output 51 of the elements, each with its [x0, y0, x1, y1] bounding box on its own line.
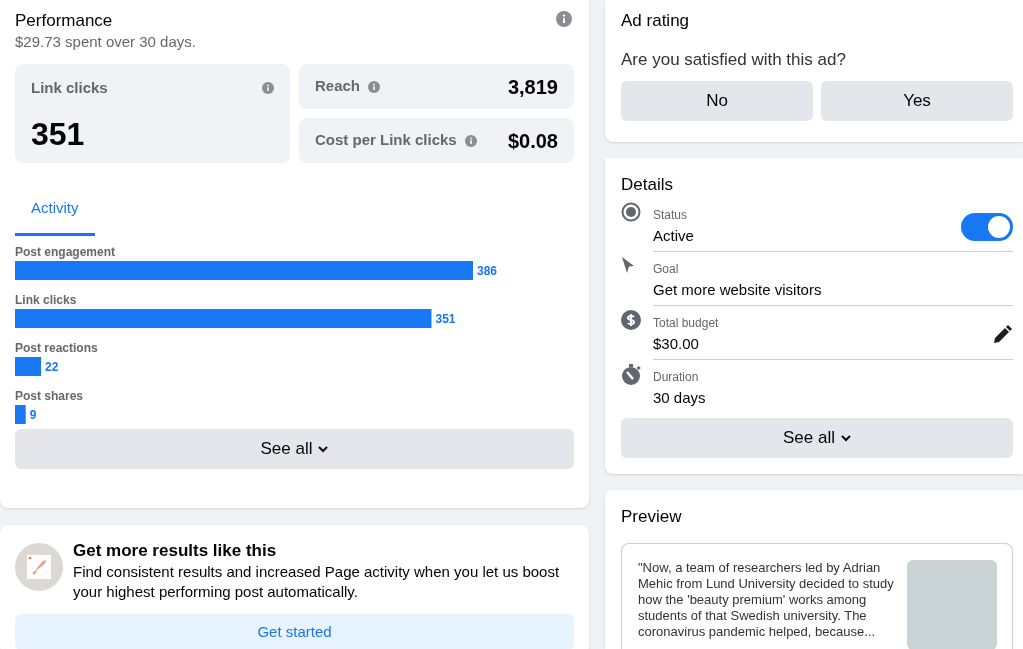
- metric-value: $0.08: [507, 128, 558, 154]
- detail-value: Active: [653, 225, 694, 246]
- detail-label: Goal: [653, 260, 680, 277]
- detail-value: $30.00: [653, 333, 700, 354]
- stopwatch-icon: [621, 364, 641, 385]
- answer-button[interactable]: Yes: [821, 81, 1013, 121]
- card-title: Preview: [621, 506, 683, 528]
- card-title: Performance: [15, 10, 114, 32]
- see-all-button[interactable]: See all: [621, 418, 1013, 458]
- bar: [15, 357, 42, 376]
- get-started-button[interactable]: Get started: [15, 614, 574, 649]
- dollar-icon: [621, 310, 641, 330]
- value-label: 386: [477, 264, 498, 278]
- bar: [15, 405, 26, 424]
- category-label: Post reactions: [15, 341, 98, 355]
- metric-value: 3,819: [507, 74, 558, 100]
- see-all-button[interactable]: See all: [15, 429, 574, 469]
- detail-label: Status: [653, 206, 689, 223]
- detail-value: Get more website visitors: [653, 279, 822, 300]
- tab[interactable]: Activity: [15, 183, 95, 236]
- value-label: 22: [45, 360, 59, 374]
- info-icon[interactable]: [262, 82, 274, 95]
- category-label: Post engagement: [15, 246, 116, 259]
- cursor-icon: [621, 256, 635, 274]
- promo-title: Get more results like this: [73, 540, 278, 562]
- detail-value: 30 days: [653, 388, 706, 408]
- metric-label: Reach: [315, 76, 361, 97]
- detail-label: Duration: [653, 369, 700, 385]
- toggle-switch[interactable]: [961, 212, 1013, 241]
- question-text: Are you satisfied with this ad?: [621, 49, 847, 71]
- metric-label: Cost per Link clicks: [315, 130, 457, 151]
- chevron-down-icon: [841, 434, 851, 442]
- card-title: Ad rating: [621, 10, 691, 32]
- value-label: 9: [29, 408, 37, 422]
- card-title: Details: [621, 174, 674, 196]
- info-icon[interactable]: [464, 134, 477, 147]
- chevron-down-icon: [318, 445, 329, 453]
- answer-button[interactable]: No: [621, 81, 813, 121]
- pencil-icon[interactable]: [992, 324, 1012, 345]
- detail-label: Total budget: [653, 314, 719, 331]
- metric-label: Link clicks: [31, 78, 108, 98]
- radio-icon: [621, 202, 641, 222]
- metric-value: 351: [31, 115, 86, 153]
- spend-summary: $29.73 spent over 30 days.: [15, 32, 196, 52]
- info-icon[interactable]: [368, 80, 381, 93]
- category-label: Post shares: [15, 389, 84, 403]
- value-label: 351: [435, 312, 456, 326]
- post-text: "Now, a team of researchers led by Adrian Mehic from Lund University decided to study how the 'beauty premium' works among students of that Swedish university. The coronavirus pandemic helped, because...: [638, 560, 895, 641]
- promo-text: Find consistent results and increased Page activity when you let us boost your highest performing post automatically.: [73, 562, 561, 602]
- category-label: Link clicks: [15, 293, 77, 307]
- info-icon[interactable]: [556, 11, 572, 27]
